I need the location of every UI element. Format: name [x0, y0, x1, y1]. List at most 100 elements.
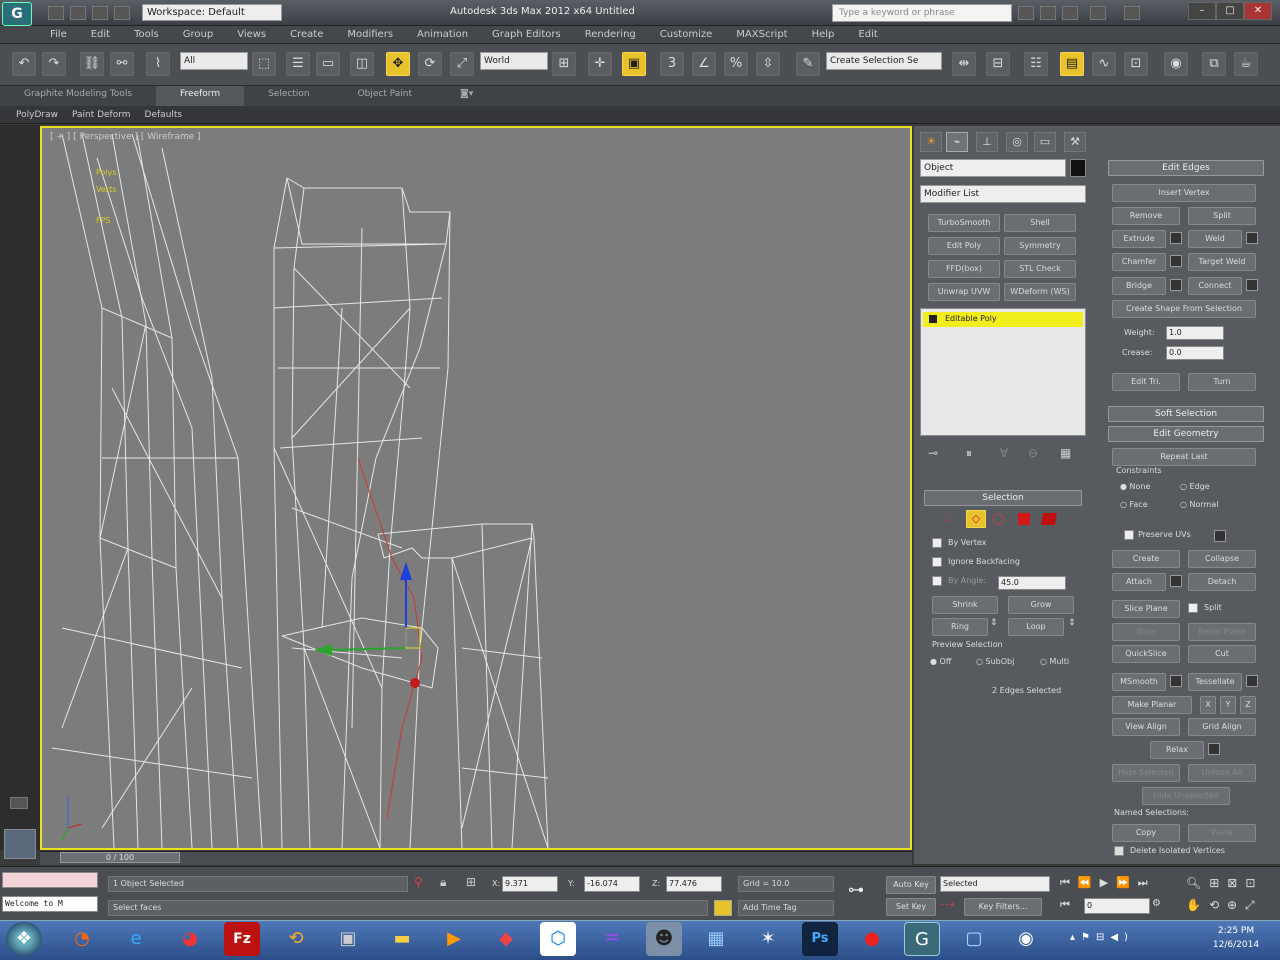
modifier-symmetry-button[interactable]: Symmetry — [1004, 237, 1076, 255]
connect-button[interactable]: Connect — [1188, 277, 1242, 295]
open-icon[interactable] — [70, 6, 86, 20]
tessellate-settings-icon[interactable] — [1246, 675, 1258, 687]
crease-spinner[interactable]: 0.0 — [1166, 346, 1224, 360]
bridge-settings-icon[interactable] — [1170, 279, 1182, 291]
lock-selection-icon[interactable]: 🔒︎ — [440, 875, 446, 890]
msmooth-settings-icon[interactable] — [1170, 675, 1182, 687]
communication-icon[interactable] — [1062, 6, 1078, 20]
collapse-button[interactable]: Collapse — [1188, 550, 1256, 568]
align-icon[interactable]: ⊟ — [986, 52, 1010, 76]
view-align-button[interactable]: View Align — [1112, 718, 1180, 736]
taskbar-clock[interactable]: 2:25 PM 12/6/2014 — [1196, 924, 1276, 952]
start-button-icon[interactable]: ❖ — [6, 922, 42, 956]
attach-button[interactable]: Attach — [1112, 573, 1166, 591]
ring-spinner-icon[interactable]: ⇕ — [990, 618, 998, 628]
menu-modifiers[interactable]: Modifiers — [347, 29, 393, 40]
keyboard-shortcut-override-icon[interactable]: ▣ — [622, 52, 646, 76]
ribbon-options-icon[interactable]: ◙▾ — [436, 86, 497, 106]
constraint-normal-radio[interactable]: ○ Normal — [1180, 500, 1218, 509]
workspace-dropdown[interactable]: Workspace: Default — [142, 4, 282, 21]
grid-align-button[interactable]: Grid Align — [1188, 718, 1256, 736]
rectangular-selection-icon[interactable]: ▭ — [316, 52, 340, 76]
unlink-icon[interactable]: ⚯ — [110, 52, 134, 76]
display-tab-icon[interactable]: ▭ — [1034, 132, 1056, 152]
menu-tools[interactable]: Tools — [134, 29, 159, 40]
make-planar-button[interactable]: Make Planar — [1112, 696, 1192, 714]
quickslice-button[interactable]: QuickSlice — [1112, 645, 1180, 663]
ribbon-defaults[interactable]: Defaults — [145, 110, 183, 120]
hide-unselected-button[interactable]: Hide Unselected — [1142, 787, 1230, 805]
menu-extra[interactable]: Edit — [858, 29, 877, 40]
firefox-icon[interactable]: ◔ — [64, 922, 100, 956]
make-unique-icon[interactable]: ∀ — [1000, 446, 1008, 460]
connect-settings-icon[interactable] — [1246, 279, 1258, 291]
select-and-move-icon[interactable]: ✥ — [386, 52, 410, 76]
modifier-edit-poly-button[interactable]: Edit Poly — [928, 237, 1000, 255]
remove-modifier-icon[interactable]: ⊖ — [1028, 446, 1038, 460]
weight-spinner[interactable]: 1.0 — [1166, 326, 1224, 340]
hierarchy-tab-icon[interactable]: ⊥ — [976, 132, 998, 152]
create-tab-icon[interactable]: ☀ — [920, 132, 942, 152]
msmooth-button[interactable]: MSmooth — [1112, 673, 1166, 691]
photoshop-icon[interactable]: Ps — [802, 922, 838, 956]
planar-y-button[interactable]: Y — [1220, 696, 1236, 714]
layer-manager-icon[interactable]: ☷ — [1024, 52, 1048, 76]
selection-filter-dropdown[interactable]: All — [180, 52, 248, 70]
attach-list-icon[interactable] — [1170, 575, 1182, 587]
new-icon[interactable] — [48, 6, 64, 20]
constraint-edge-radio[interactable]: ○ Edge — [1180, 482, 1210, 491]
add-time-tag-button[interactable]: Add Time Tag — [738, 900, 834, 916]
edit-named-selection-icon[interactable]: ✎ — [796, 52, 820, 76]
menu-edit[interactable]: Edit — [91, 29, 110, 40]
preview-off-radio[interactable]: ● Off — [930, 657, 951, 666]
modifier-ffd-box-button[interactable]: FFD(box) — [928, 260, 1000, 278]
preview-multi-radio[interactable]: ○ Multi — [1040, 657, 1069, 666]
turn-button[interactable]: Turn — [1188, 373, 1256, 391]
time-slider[interactable]: 0 / 100 — [60, 852, 180, 863]
system-tray-icons[interactable]: ▴⚑⊟◀) — [1070, 932, 1134, 943]
border-mode-icon[interactable]: ◯ — [992, 512, 1004, 525]
minimize-button[interactable]: – — [1188, 2, 1216, 20]
relax-button[interactable]: Relax — [1150, 741, 1204, 759]
hide-selected-button[interactable]: Hide Selected — [1112, 764, 1180, 782]
tab-object-paint[interactable]: Object Paint — [334, 86, 436, 106]
material-editor-icon[interactable]: ◉ — [1164, 52, 1188, 76]
menu-rendering[interactable]: Rendering — [585, 29, 636, 40]
pinned-app-3-icon[interactable]: ☻ — [646, 922, 682, 956]
relax-settings-icon[interactable] — [1208, 743, 1220, 755]
edge-mode-icon[interactable]: ◇ — [966, 510, 986, 528]
constraint-face-radio[interactable]: ○ Face — [1120, 500, 1148, 509]
bind-space-warp-icon[interactable]: ⌇ — [146, 52, 170, 76]
chrome-icon[interactable]: ◕ — [172, 922, 208, 956]
pinned-app-5-icon[interactable]: ✶ — [750, 922, 786, 956]
modifier-shell-button[interactable]: Shell — [1004, 214, 1076, 232]
menu-graph-editors[interactable]: Graph Editors — [492, 29, 561, 40]
3dsmax-taskbar-icon[interactable]: G — [904, 922, 940, 956]
unhide-all-button[interactable]: Unhide All — [1188, 764, 1256, 782]
link-icon[interactable]: ⛓ — [80, 52, 104, 76]
internet-explorer-icon[interactable]: e — [118, 922, 154, 956]
create-shape-button[interactable]: Create Shape From Selection — [1112, 300, 1256, 318]
object-color-swatch[interactable] — [1070, 159, 1086, 177]
maximize-button[interactable]: □ — [1216, 2, 1244, 20]
isolate-selection-icon[interactable]: ⚲ — [414, 875, 423, 889]
tab-selection[interactable]: Selection — [244, 86, 333, 106]
object-name-field[interactable]: Object — [920, 159, 1066, 177]
chamfer-button[interactable]: Chamfer — [1112, 253, 1166, 271]
edit-edges-rollout-header[interactable]: Edit Edges — [1108, 160, 1264, 176]
time-configuration-icon[interactable]: ⚙ — [1152, 898, 1161, 909]
key-mode-toggle-icon[interactable]: ⏮ — [1060, 898, 1070, 912]
z-coord-field[interactable]: 77.476 — [666, 876, 722, 892]
schematic-view-icon[interactable]: ⊡ — [1124, 52, 1148, 76]
ignore-backfacing-checkbox[interactable] — [932, 557, 942, 567]
key-filters-button[interactable]: Key Filters... — [964, 898, 1042, 916]
stack-item-editable-poly[interactable]: Editable Poly — [923, 312, 1083, 327]
maxscript-mini-icon[interactable] — [10, 797, 28, 809]
select-and-manipulate-icon[interactable]: ✛ — [588, 52, 612, 76]
polygon-mode-icon[interactable] — [1018, 513, 1030, 525]
constraint-none-radio[interactable]: ● None — [1120, 482, 1150, 491]
help-icon[interactable] — [1124, 6, 1140, 20]
bridge-button[interactable]: Bridge — [1112, 277, 1166, 295]
maxscript-listener-output[interactable] — [2, 872, 98, 888]
pinned-app-4-icon[interactable]: ▦ — [698, 922, 734, 956]
